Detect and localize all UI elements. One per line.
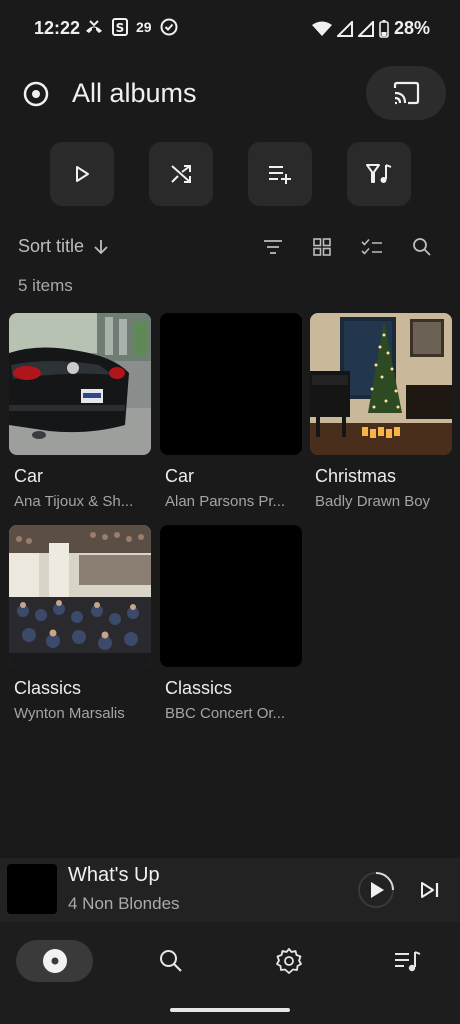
page-title: All albums (72, 78, 197, 108)
album-art-christmas (310, 313, 452, 455)
settings-icon (276, 948, 302, 974)
add-to-queue-icon (269, 166, 291, 184)
album-icon (42, 949, 67, 973)
album-artist: Ana Tijoux & Sh... (14, 493, 134, 510)
album-tile[interactable]: Christmas Badly Drawn Boy (310, 313, 452, 510)
select-button[interactable] (359, 234, 385, 260)
play-all-button[interactable] (50, 142, 114, 206)
play-progress-icon (358, 872, 394, 908)
filter-music-icon (366, 164, 392, 183)
album-title: Classics (14, 678, 82, 698)
notification-count: 29 (136, 19, 152, 35)
cast-icon (393, 81, 420, 105)
now-playing-bar[interactable]: What's Up 4 Non Blondes (0, 858, 460, 922)
album-artist: Badly Drawn Boy (315, 493, 431, 510)
sort-label: Sort title (18, 236, 85, 256)
now-playing-artist: 4 Non Blondes (68, 894, 180, 913)
grid-view-button[interactable] (309, 234, 335, 260)
nav-settings[interactable] (268, 940, 310, 982)
album-tile[interactable]: Classics BBC Concert Or... (160, 525, 302, 722)
nav-albums[interactable] (16, 940, 93, 982)
album-artist: Wynton Marsalis (14, 705, 125, 722)
check-circle-icon (160, 18, 178, 36)
action-row (0, 142, 460, 208)
gesture-handle[interactable] (170, 1008, 290, 1012)
album-art-blank (160, 313, 302, 455)
now-playing-title: What's Up (68, 864, 160, 886)
signal-icon (336, 20, 353, 37)
search-button[interactable] (409, 234, 435, 260)
shuffle-icon (171, 165, 191, 183)
album-artist: Alan Parsons Pr... (165, 493, 286, 510)
skip-next-icon (421, 882, 439, 898)
play-pause-button[interactable] (356, 870, 396, 910)
filter-button[interactable] (260, 234, 286, 260)
sort-button[interactable]: Sort title (18, 236, 110, 257)
album-title: Christmas (315, 466, 397, 486)
album-tile[interactable]: Car Alan Parsons Pr... (160, 313, 302, 510)
album-tile[interactable]: Classics Wynton Marsalis (9, 525, 151, 722)
cast-button[interactable] (366, 66, 446, 120)
nav-queue[interactable] (386, 940, 428, 982)
album-title: Car (165, 466, 195, 486)
item-count: 5 items (18, 276, 73, 295)
album-art-car (9, 313, 151, 455)
checklist-icon (361, 238, 382, 255)
header: All albums (0, 58, 460, 138)
shuffle-button[interactable] (149, 142, 213, 206)
album-title: Car (14, 466, 44, 486)
album-tile[interactable]: Car Ana Tijoux & Sh... (9, 313, 151, 510)
sort-row: Sort title (0, 230, 460, 264)
battery-icon (379, 19, 389, 38)
status-time: 12:22 (34, 18, 81, 38)
queue-music-icon (395, 951, 421, 972)
filter-music-button[interactable] (347, 142, 411, 206)
battery-level: 28% (393, 18, 430, 38)
album-artist: BBC Concert Or... (165, 705, 286, 722)
wifi-icon (311, 21, 332, 36)
shazam-s-icon: S (112, 18, 128, 36)
arrow-down-icon (94, 239, 108, 254)
album-title: Classics (165, 678, 233, 698)
search-icon (160, 950, 182, 972)
search-icon (413, 238, 431, 256)
signal-2-icon (357, 20, 374, 37)
svg-text:S: S (116, 21, 125, 35)
add-to-queue-button[interactable] (248, 142, 312, 206)
status-bar: 12:22 S 29 28% (0, 0, 460, 58)
filter-list-icon (264, 240, 282, 254)
now-playing-art (7, 864, 57, 914)
album-icon (23, 81, 49, 107)
album-art-blank (160, 525, 302, 667)
bottom-nav (0, 922, 460, 1024)
skip-next-button[interactable] (414, 874, 446, 906)
grid-view-icon (313, 238, 331, 256)
missed-call-icon (86, 20, 102, 33)
nav-search[interactable] (150, 940, 192, 982)
album-art-classics (9, 525, 151, 667)
play-icon (76, 166, 89, 182)
